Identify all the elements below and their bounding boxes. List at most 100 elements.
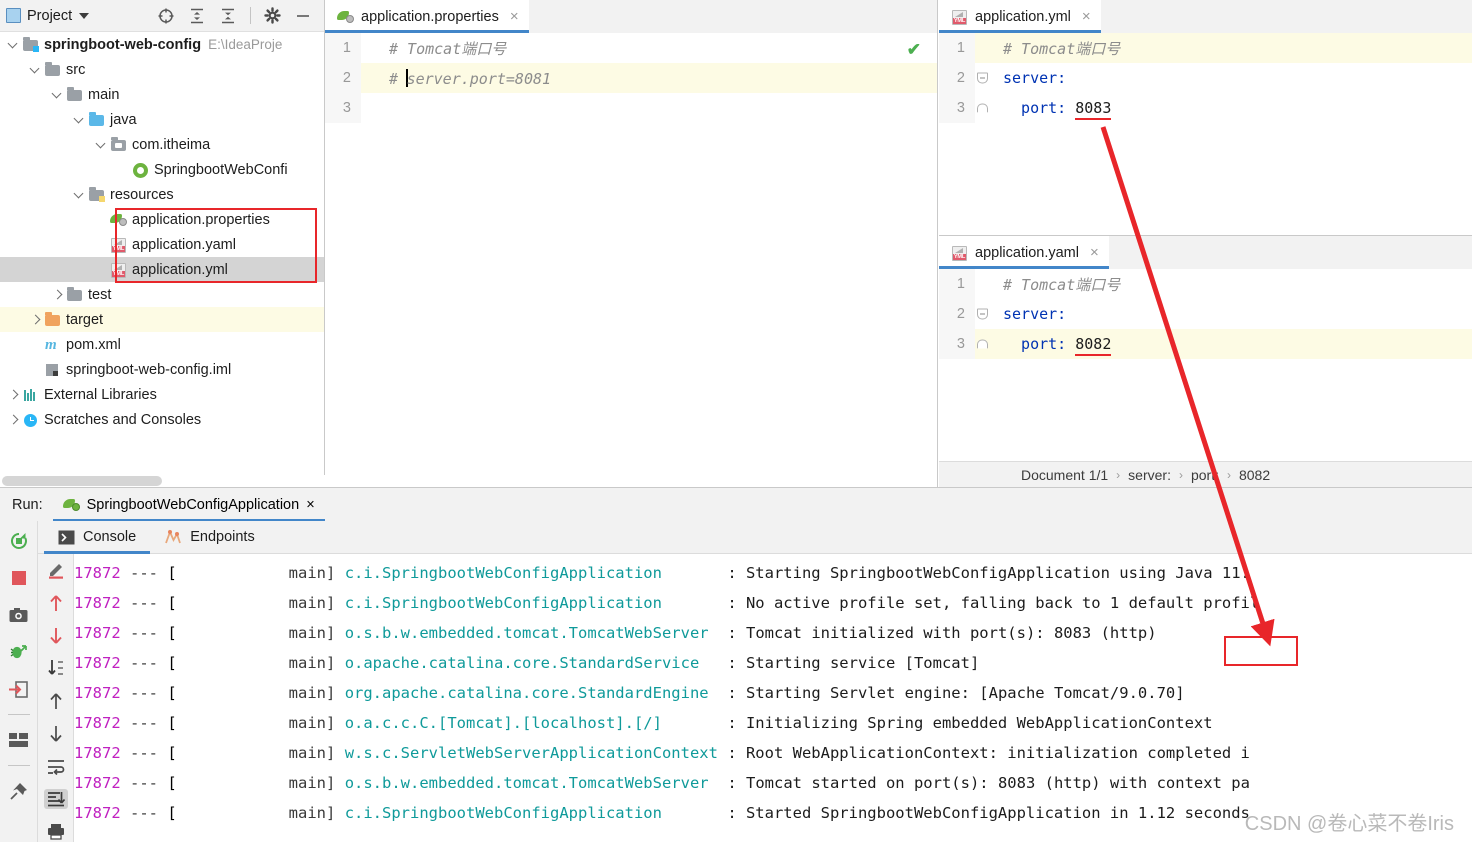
yaml-key: port: <box>1003 335 1067 353</box>
code-text: port: 8083 <box>989 99 1112 120</box>
breadcrumb-item[interactable]: 8082 <box>1239 467 1270 483</box>
code-line[interactable]: 1 # Tomcat端口号 <box>939 33 1472 63</box>
chevron-right-icon[interactable] <box>6 412 22 428</box>
tab-application-yaml[interactable]: application.yaml × <box>939 236 1109 269</box>
chevron-down-icon[interactable] <box>6 37 22 53</box>
chevron-right-icon[interactable] <box>50 287 66 303</box>
tree-item-label: application.properties <box>132 211 270 228</box>
chevron-right-icon[interactable] <box>28 312 44 328</box>
close-icon[interactable]: × <box>510 9 519 24</box>
code-line[interactable]: 2 server: <box>939 63 1472 93</box>
console-output[interactable]: 17872 --- [ main] c.i.SpringbootWebConfi… <box>74 554 1472 842</box>
code-line[interactable]: 3 port: 8082 <box>939 329 1472 359</box>
tree-item-java[interactable]: java <box>0 107 324 132</box>
fold-gutter[interactable] <box>975 63 989 93</box>
tree-item-springboot-web-config-iml[interactable]: springboot-web-config.iml <box>0 357 324 382</box>
tree-item-target[interactable]: target <box>0 307 324 332</box>
log-logger: o.apache.catalina.core.StandardService <box>344 654 700 672</box>
tab-application-properties[interactable]: application.properties × <box>325 0 529 33</box>
fold-gutter[interactable] <box>361 93 375 123</box>
export-icon[interactable] <box>7 677 31 701</box>
chevron-down-icon[interactable] <box>94 137 110 153</box>
scroll-to-end-icon[interactable] <box>43 788 68 810</box>
next-icon[interactable] <box>44 723 68 744</box>
tree-item-src[interactable]: src <box>0 57 324 82</box>
tree-item-external-libraries[interactable]: External Libraries <box>0 382 324 407</box>
tree-item-main[interactable]: main <box>0 82 324 107</box>
collapse-all-icon[interactable] <box>219 7 237 25</box>
code-area-yml[interactable]: 1 # Tomcat端口号 2 server: 3 port: 8083 <box>939 33 1472 235</box>
locate-icon[interactable] <box>157 7 175 25</box>
close-icon[interactable]: × <box>1082 9 1091 24</box>
editor-tabstrip-yaml: application.yaml × <box>939 236 1472 269</box>
up-arrow-icon[interactable] <box>44 593 68 614</box>
code-area-properties[interactable]: 1 # Tomcat端口号 2 # server.port=8081 3 ✔ <box>325 33 937 487</box>
chevron-down-icon[interactable] <box>72 187 88 203</box>
breadcrumb-item[interactable]: server: <box>1128 467 1171 483</box>
code-line[interactable]: 1 # Tomcat端口号 <box>939 269 1472 299</box>
tree-item-application-yml[interactable]: application.yml <box>0 257 324 282</box>
tree-item-application-properties[interactable]: application.properties <box>0 207 324 232</box>
fold-gutter[interactable] <box>361 63 375 93</box>
fold-gutter[interactable] <box>975 299 989 329</box>
scrollbar-thumb[interactable] <box>2 476 162 486</box>
pin-icon[interactable] <box>7 779 31 803</box>
code-line[interactable]: 3 port: 8083 <box>939 93 1472 123</box>
fold-gutter[interactable] <box>975 329 989 359</box>
breadcrumb[interactable]: Document 1/1 › server: › port: › 8082 <box>939 461 1472 487</box>
close-icon[interactable]: × <box>306 497 314 513</box>
yaml-key: port: <box>1003 99 1067 117</box>
debug-icon[interactable] <box>7 640 31 664</box>
gear-icon[interactable] <box>264 7 281 24</box>
fold-gutter[interactable] <box>975 93 989 123</box>
run-config-tab[interactable]: SpringbootWebConfigApplication × <box>52 488 325 521</box>
code-text: # Tomcat端口号 <box>1003 275 1121 294</box>
tree-item-resources[interactable]: resources <box>0 182 324 207</box>
tree-item-application-yaml[interactable]: application.yaml <box>0 232 324 257</box>
screenshot-icon[interactable] <box>7 603 31 627</box>
tree-item-springboot-web-config[interactable]: springboot-web-config E:\IdeaProje <box>0 32 324 57</box>
yml-file-icon <box>951 9 968 25</box>
sort-icon[interactable] <box>44 658 68 679</box>
chevron-down-icon[interactable] <box>79 12 90 19</box>
chevron-down-icon[interactable] <box>50 87 66 103</box>
project-tree[interactable]: springboot-web-config E:\IdeaProje src main… <box>0 32 324 469</box>
down-arrow-icon[interactable] <box>44 625 68 646</box>
tree-item-com-itheima[interactable]: com.itheima <box>0 132 324 157</box>
tree-item-test[interactable]: test <box>0 282 324 307</box>
code-line[interactable]: 2 # server.port=8081 <box>325 63 937 93</box>
breadcrumb-item[interactable]: port: <box>1191 467 1219 483</box>
code-line[interactable]: 2 server: <box>939 299 1472 329</box>
code-area-yaml[interactable]: 1 # Tomcat端口号 2 server: 3 port: 8082 <box>939 269 1472 487</box>
expand-all-icon[interactable] <box>188 7 206 25</box>
tree-item-pom-xml[interactable]: m pom.xml <box>0 332 324 357</box>
chevron-down-icon[interactable] <box>28 62 44 78</box>
project-view-icon[interactable] <box>6 8 21 23</box>
tree-item-springbootwebconfi[interactable]: SpringbootWebConfi <box>0 157 324 182</box>
chevron-down-icon[interactable] <box>72 112 88 128</box>
inspection-ok-icon[interactable]: ✔ <box>907 40 921 60</box>
tab-console[interactable]: Console <box>44 521 151 554</box>
prev-icon[interactable] <box>44 691 68 712</box>
breadcrumb-item[interactable]: Document 1/1 <box>1021 467 1108 483</box>
chevron-right-icon[interactable] <box>6 387 22 403</box>
project-tree-horizontal-scrollbar[interactable] <box>0 475 325 487</box>
rerun-icon[interactable] <box>7 529 31 553</box>
tab-endpoints[interactable]: Endpoints <box>150 521 269 554</box>
log-separator: --- <box>130 774 159 792</box>
print-icon[interactable] <box>44 821 68 842</box>
minimize-icon[interactable] <box>294 7 312 25</box>
tree-item-scratches-and-consoles[interactable]: Scratches and Consoles <box>0 407 324 432</box>
layout-icon[interactable] <box>7 728 31 752</box>
fold-gutter[interactable] <box>975 269 989 299</box>
code-line[interactable]: 1 # Tomcat端口号 <box>325 33 937 63</box>
package-icon <box>110 137 128 153</box>
edit-icon[interactable] <box>44 560 68 581</box>
tab-application-yml[interactable]: application.yml × <box>939 0 1101 33</box>
stop-icon[interactable] <box>7 566 31 590</box>
close-icon[interactable]: × <box>1090 245 1099 260</box>
code-line[interactable]: 3 <box>325 93 937 123</box>
soft-wrap-icon[interactable] <box>44 756 68 777</box>
fold-gutter[interactable] <box>975 33 989 63</box>
fold-gutter[interactable] <box>361 33 375 63</box>
